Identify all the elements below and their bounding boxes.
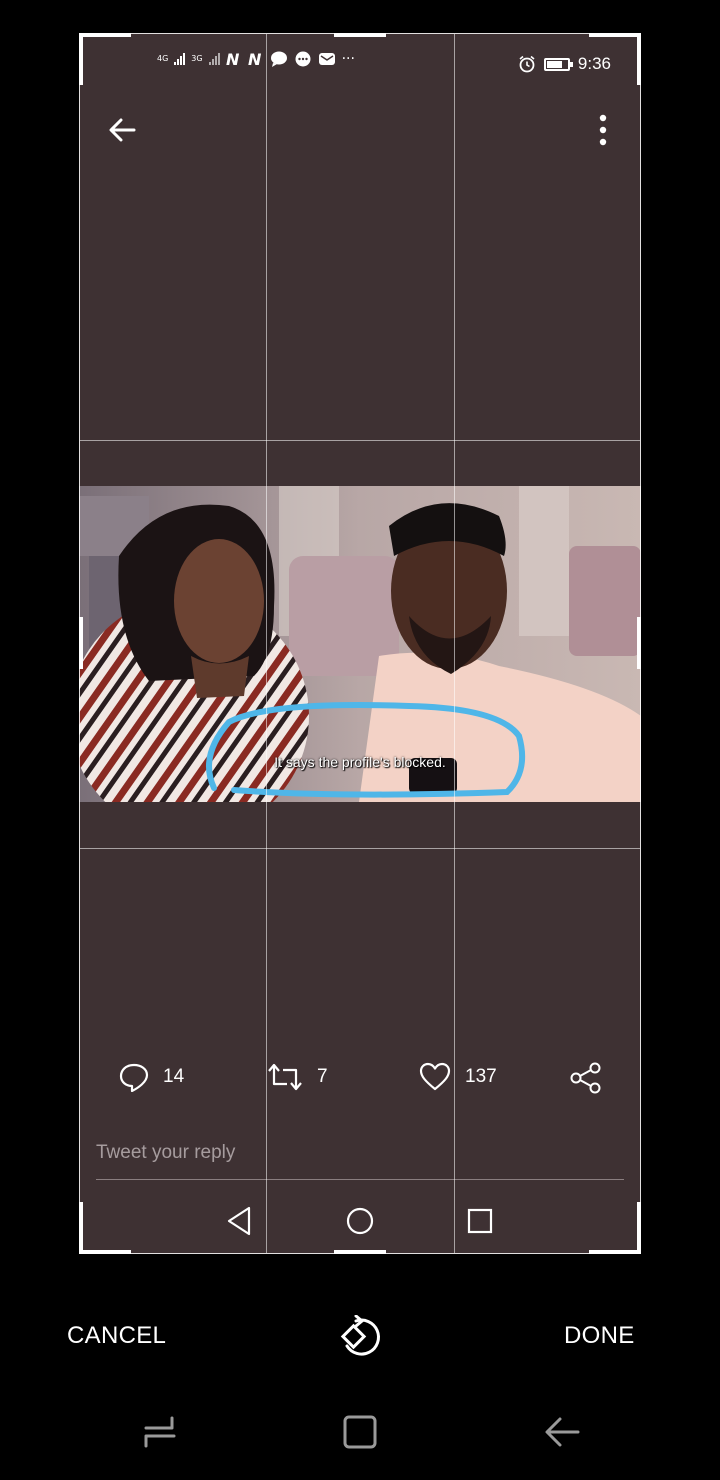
signal-bars-icon <box>208 53 220 65</box>
like-action: 137 <box>419 1062 497 1092</box>
retweet-count: 7 <box>317 1066 328 1087</box>
reply-icon <box>119 1063 149 1092</box>
alarm-icon <box>519 55 535 73</box>
netflix-n-icon: N <box>248 52 262 66</box>
reply-input: Tweet your reply <box>96 1140 624 1180</box>
done-button[interactable]: DONE <box>564 1322 635 1350</box>
share-action <box>569 1062 603 1094</box>
cancel-button[interactable]: CANCEL <box>67 1322 166 1350</box>
retweet-icon <box>268 1063 302 1091</box>
network-4g-indicator: 4G <box>157 54 169 63</box>
back-arrow-icon <box>109 118 136 142</box>
crop-canvas[interactable]: 4G 3G N N ··· 9:36 It says the profile's… <box>79 33 641 1254</box>
rotate-icon[interactable] <box>338 1315 382 1359</box>
inner-nav-bar <box>79 1205 641 1245</box>
inner-status-bar: 4G 3G N N ··· 9:36 <box>79 47 641 83</box>
chat-bubble-icon <box>270 51 287 67</box>
status-time: 9:36 <box>577 54 611 73</box>
network-3g-indicator: 3G <box>191 54 203 63</box>
like-count: 137 <box>465 1066 497 1087</box>
email-icon <box>318 53 335 65</box>
crop-handle-top[interactable] <box>334 33 386 37</box>
svg-text:N: N <box>248 52 262 66</box>
retweet-action: 7 <box>267 1062 328 1092</box>
more-options-icon <box>599 114 607 146</box>
more-notifications-icon: ··· <box>341 51 355 67</box>
tweet-actions: 14 7 137 <box>79 1062 641 1102</box>
video-subtitle: It says the profile's blocked. <box>274 754 446 770</box>
reply-count: 14 <box>163 1066 185 1087</box>
netflix-n-icon: N <box>226 52 240 66</box>
heart-icon <box>419 1062 451 1091</box>
nav-home-circle-icon <box>346 1207 374 1235</box>
signal-bars-icon <box>174 53 186 65</box>
tweet-photo: It says the profile's blocked. <box>79 486 641 802</box>
crop-handle-right[interactable] <box>637 617 641 669</box>
share-icon <box>570 1062 601 1094</box>
nav-back-triangle-icon <box>227 1206 251 1236</box>
home-icon[interactable] <box>340 1410 380 1454</box>
svg-text:N: N <box>226 52 240 66</box>
crop-handle-left[interactable] <box>79 617 83 669</box>
back-icon[interactable] <box>542 1410 582 1454</box>
reply-action: 14 <box>119 1062 184 1092</box>
battery-icon <box>543 57 573 71</box>
recent-apps-icon[interactable] <box>140 1410 180 1454</box>
nav-recents-square-icon <box>467 1208 493 1234</box>
crop-handle-bottom[interactable] <box>334 1250 386 1254</box>
message-bubble-icon <box>295 51 311 67</box>
